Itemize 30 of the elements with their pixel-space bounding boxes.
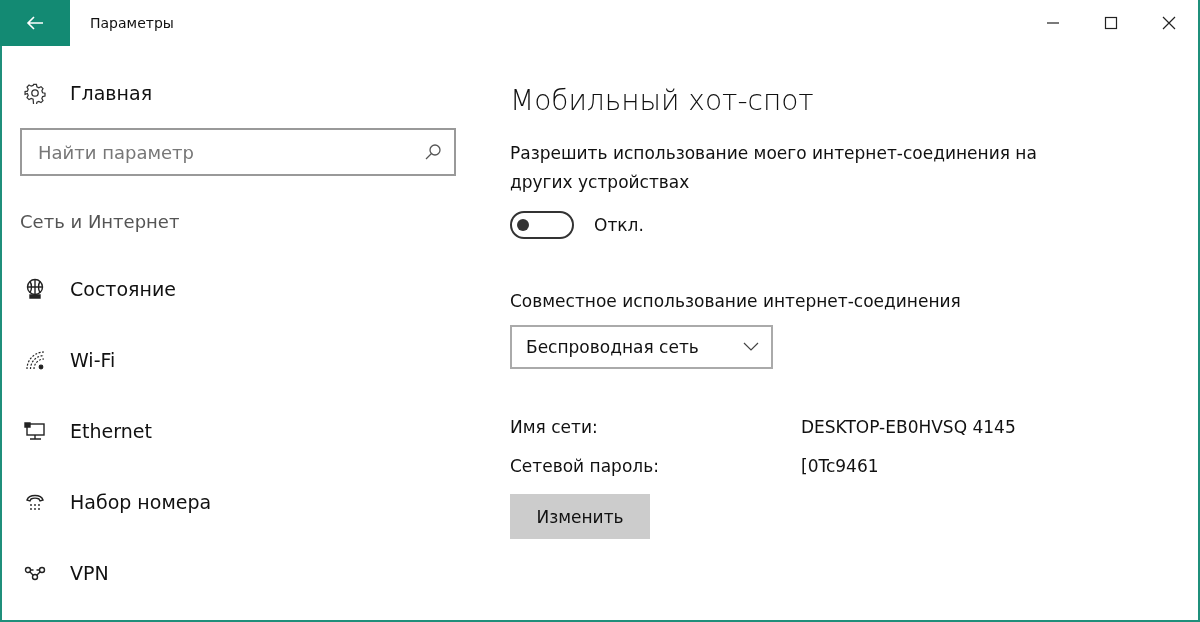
maximize-icon [1104,16,1118,30]
close-icon [1162,16,1176,30]
change-button[interactable]: Изменить [510,494,650,539]
toggle-switch[interactable] [510,211,574,239]
connection-dropdown[interactable]: Беспроводная сеть [510,325,773,369]
search-icon [424,143,442,161]
search-field[interactable]: Найти параметр [20,128,456,176]
nav-item[interactable]: VPN [20,537,458,608]
globe-monitor-icon [24,277,46,300]
back-button[interactable] [0,0,70,46]
monitor-icon [24,419,46,442]
window-title: Параметры [90,15,174,31]
toggle-state-label: Откл. [594,215,644,235]
home-nav-item[interactable]: Главная [20,70,153,116]
detail-label: Имя сети: [510,417,599,437]
nav-item[interactable]: Состояние [20,253,458,324]
back-arrow-icon [26,15,44,31]
nav-item[interactable]: Ethernet [20,395,458,466]
detail-value: DESKTOP-EB0HVSQ 4145 [801,417,1016,437]
nav-item[interactable]: Wi-Fi [20,324,458,395]
nav-item[interactable]: Набор номера [20,466,458,537]
section-heading: Сеть и Интернет [20,211,181,232]
detail-value: [0Tc9461 [801,456,880,476]
wifi-icon [24,348,46,371]
page-title: Мобильный хот-спот [510,84,814,117]
chevron-down-icon [743,342,759,352]
gear-icon [24,82,46,104]
sharing-label: Совместное использование интернет-соединения [510,291,961,311]
detail-label: Сетевой пароль: [510,456,660,476]
description-text: Разрешить использование моего интернет-соединения на других устройствах [510,142,1038,194]
